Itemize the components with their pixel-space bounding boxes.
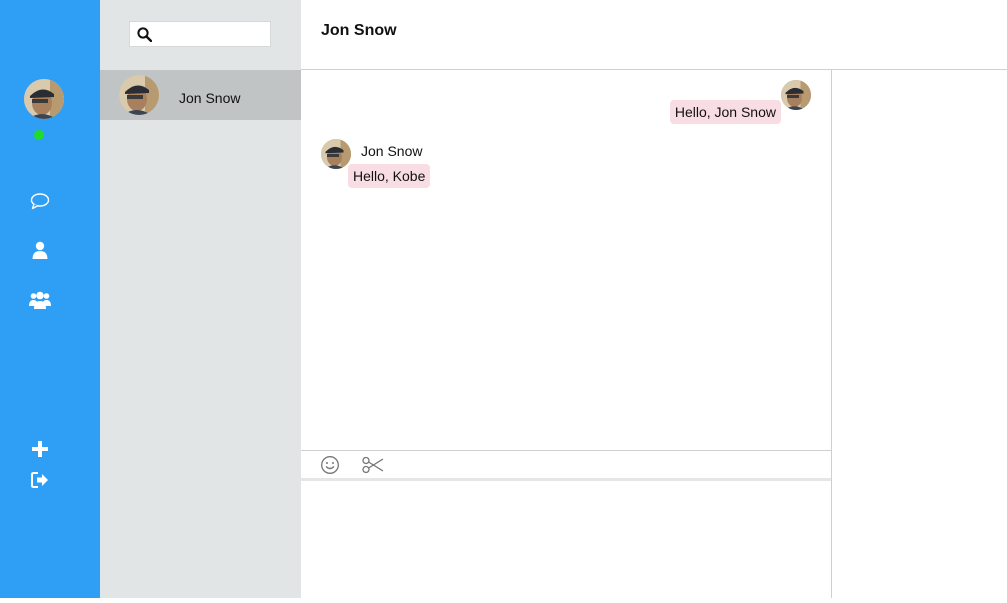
emoji-button[interactable] [319, 455, 341, 480]
message-sender-name: Jon Snow [361, 143, 423, 159]
chat-bubble-icon [30, 192, 50, 215]
chat-title: Jon Snow [321, 22, 397, 39]
message-list: Hello, Jon Snow Jon Snow Hello, Kobe [301, 70, 831, 450]
composer-toolbar [301, 450, 831, 481]
screenshot-button[interactable] [362, 456, 384, 478]
chats-nav-button[interactable] [27, 191, 53, 215]
group-icon [29, 291, 51, 314]
message-composer [301, 484, 831, 598]
contact-list-item[interactable]: Jon Snow [100, 70, 301, 120]
chat-header: Jon Snow [301, 0, 1007, 70]
current-user-avatar[interactable] [24, 79, 64, 119]
online-status-dot [34, 130, 44, 140]
contacts-nav-button[interactable] [27, 240, 53, 264]
add-button[interactable] [27, 439, 53, 463]
logout-icon [31, 471, 49, 493]
my-message-avatar [781, 80, 811, 110]
contact-name: Jon Snow [179, 90, 241, 106]
user-icon [32, 241, 48, 264]
contact-avatar [119, 75, 159, 115]
details-panel [831, 70, 1007, 598]
sender-avatar [321, 139, 351, 169]
contacts-panel: Jon Snow [100, 0, 301, 598]
incoming-message-bubble: Hello, Kobe [348, 164, 431, 188]
outgoing-message-bubble: Hello, Jon Snow [669, 100, 781, 124]
emoji-icon [320, 455, 340, 480]
message-input[interactable] [301, 484, 831, 598]
search-icon [136, 26, 152, 42]
app-sidebar [0, 0, 100, 598]
groups-nav-button[interactable] [27, 290, 53, 314]
search-input[interactable] [156, 23, 266, 45]
plus-icon [32, 440, 48, 462]
search-box[interactable] [129, 21, 271, 47]
scissors-icon [362, 456, 384, 479]
logout-button[interactable] [27, 470, 53, 494]
